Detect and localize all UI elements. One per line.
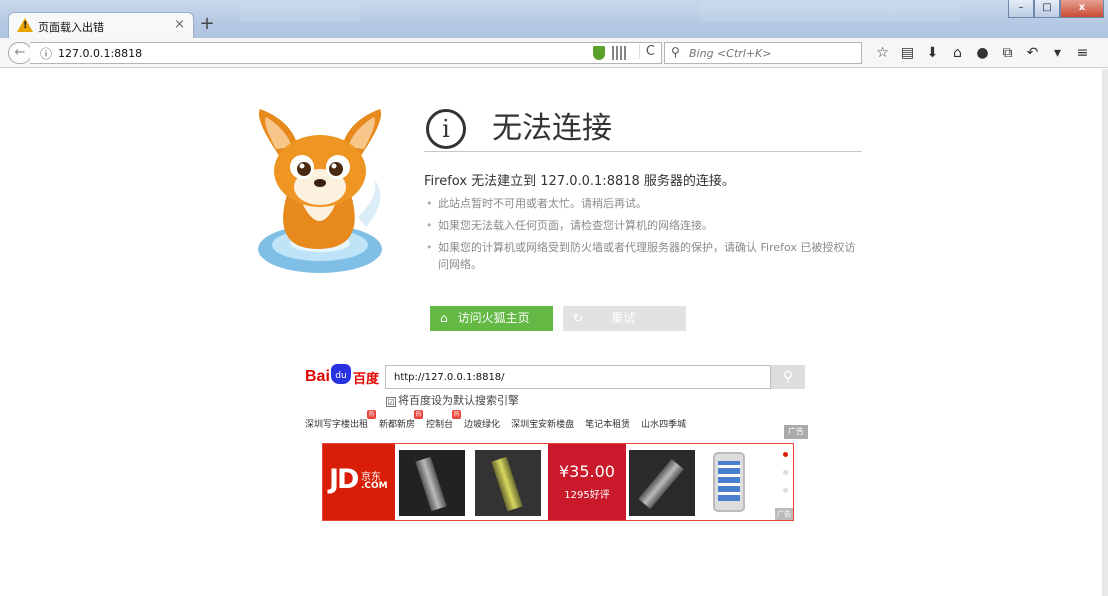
hot-badge: 热 (367, 410, 377, 419)
ad-badge: 广告 (775, 508, 793, 520)
baidu-paw-icon: du (331, 364, 351, 384)
list-item: 此站点暂时不可用或者太忙。请稍后再试。 (424, 195, 864, 212)
new-tab-button[interactable]: + (196, 14, 218, 36)
phone-image[interactable] (713, 452, 745, 512)
tab-close-icon[interactable]: × (174, 17, 185, 32)
search-input[interactable] (687, 45, 857, 61)
baidu-logo-text: Bai (305, 368, 330, 385)
hot-link[interactable]: 深圳宝安新楼盘 (511, 417, 574, 430)
jd-logo-text: JD (329, 464, 360, 495)
hot-links: 深圳写字楼出租热 新都新房热 控制台热 边坡绿化 深圳宝安新楼盘 笔记本租赁 山… (305, 410, 697, 430)
hot-badge: 热 (452, 410, 462, 419)
navigation-toolbar: ← ⓘ 127.0.0.1:8818 C ⚲ ☆ ▤ ⬇ ⌂ ● ⧉ ↶ ▾ ≡ (0, 38, 1108, 68)
hot-link-label[interactable]: 新都新房 (379, 420, 415, 430)
error-title: 无法连接 (492, 111, 612, 146)
hot-link[interactable]: 新都新房热 (379, 410, 424, 430)
review-count: 1295好评 (564, 490, 610, 501)
window-titlebar: ! 页面载入出错 × + – □ x (0, 0, 1108, 38)
hot-link-label[interactable]: 深圳写字楼出租 (305, 420, 368, 430)
search-bar[interactable]: ⚲ (664, 42, 862, 64)
site-info-icon[interactable]: ⓘ (40, 45, 52, 62)
retry-button[interactable]: ↻ 重试 (563, 306, 686, 331)
product-image[interactable] (629, 450, 695, 516)
baidu-logo-mid: du (335, 371, 347, 381)
screenshot-icon[interactable]: ⧉ (995, 43, 1020, 63)
warning-icon: ! (17, 18, 33, 32)
jd-logo: JD 京东 .COM (323, 444, 395, 520)
list-item: 如果您的计算机或网络受到防火墙或者代理服务器的保护，请确认 Firefox 已被… (424, 239, 864, 273)
menu-icon[interactable]: ≡ (1070, 43, 1095, 63)
shield-icon[interactable] (593, 46, 605, 60)
product-image[interactable] (399, 450, 465, 516)
jd-ad-banner[interactable]: JD 京东 .COM ¥35.00 1295好评 广告 (322, 443, 794, 521)
background-shape (240, 2, 360, 22)
url-text[interactable]: 127.0.0.1:8818 (58, 47, 142, 60)
hot-link-label[interactable]: 笔记本租赁 (585, 420, 630, 430)
firefox-mascot-image (258, 109, 382, 273)
hot-link[interactable]: 山水四季城 (641, 417, 686, 430)
url-bar[interactable]: ⓘ 127.0.0.1:8818 C (30, 42, 662, 64)
hot-link-label[interactable]: 深圳宝安新楼盘 (511, 420, 574, 430)
download-icon[interactable]: ⬇ (920, 43, 945, 63)
button-label: 重试 (611, 311, 636, 325)
baidu-logo[interactable]: Bai du 百度 (305, 364, 383, 388)
toolbar-icons: ☆ ▤ ⬇ ⌂ ● ⧉ ↶ ▾ ≡ (870, 43, 1095, 63)
reading-list-icon[interactable]: ▤ (895, 43, 920, 63)
page-content: i 无法连接 Firefox 无法建立到 127.0.0.1:8818 服务器的… (0, 69, 1108, 596)
close-window-button[interactable]: x (1060, 0, 1104, 18)
error-hints-list: 此站点暂时不可用或者太忙。请稍后再试。 如果您无法载入任何页面，请检查您计算机的… (424, 195, 864, 278)
error-description: Firefox 无法建立到 127.0.0.1:8818 服务器的连接。 (424, 174, 735, 189)
undo-icon[interactable]: ↶ (1020, 43, 1045, 63)
retry-icon: ↻ (573, 311, 584, 325)
hot-link[interactable]: 边坡绿化 (464, 417, 500, 430)
checkbox-label: 将百度设为默认搜索引擎 (398, 394, 519, 407)
window-controls: – □ x (1008, 0, 1104, 20)
back-button[interactable]: ← (8, 42, 32, 64)
baidu-search-button[interactable]: ⚲ (771, 365, 805, 389)
set-default-search[interactable]: ☑ 将百度设为默认搜索引擎 (386, 392, 519, 408)
dropdown-arrow-icon[interactable]: ▾ (1045, 43, 1070, 63)
price: ¥35.00 (559, 462, 615, 481)
info-icon: i (426, 109, 466, 149)
search-icon: ⚲ (671, 45, 680, 59)
product-image[interactable] (475, 450, 541, 516)
button-label: 访问火狐主页 (457, 311, 530, 325)
ad-badge: 广告 (784, 425, 808, 439)
hot-badge: 热 (414, 410, 424, 419)
hot-link[interactable]: 控制台热 (426, 410, 462, 430)
hot-link[interactable]: 深圳写字楼出租热 (305, 410, 377, 430)
hot-link-label[interactable]: 控制台 (426, 420, 453, 430)
home-icon[interactable]: ⌂ (945, 43, 970, 63)
scrollbar-track[interactable] (1102, 69, 1108, 596)
price-tile[interactable]: ¥35.00 1295好评 (548, 444, 626, 520)
hot-link[interactable]: 笔记本租赁 (585, 417, 630, 430)
jd-logo-com: .COM (361, 481, 388, 491)
hot-link-label[interactable]: 边坡绿化 (464, 420, 500, 430)
qr-code-icon[interactable] (612, 46, 626, 60)
background-shape (700, 2, 960, 22)
carousel-dots[interactable] (783, 452, 788, 506)
visit-firefox-home-button[interactable]: ⌂ 访问火狐主页 (430, 306, 553, 331)
baidu-logo-cn: 百度 (353, 372, 380, 387)
checkbox[interactable]: ☑ (386, 397, 396, 407)
hot-link-label[interactable]: 山水四季城 (641, 420, 686, 430)
minimize-button[interactable]: – (1008, 0, 1034, 18)
tab-error-page[interactable]: ! 页面载入出错 × (8, 12, 194, 38)
baidu-search-input[interactable] (385, 365, 771, 389)
chat-icon[interactable]: ● (970, 43, 995, 63)
home-icon: ⌂ (440, 311, 448, 325)
tab-title: 页面载入出错 (38, 21, 104, 34)
bookmark-star-icon[interactable]: ☆ (870, 43, 895, 63)
maximize-button[interactable]: □ (1034, 0, 1060, 18)
divider (424, 151, 862, 152)
reload-button[interactable]: C (638, 44, 655, 59)
list-item: 如果您无法载入任何页面，请检查您计算机的网络连接。 (424, 217, 864, 234)
